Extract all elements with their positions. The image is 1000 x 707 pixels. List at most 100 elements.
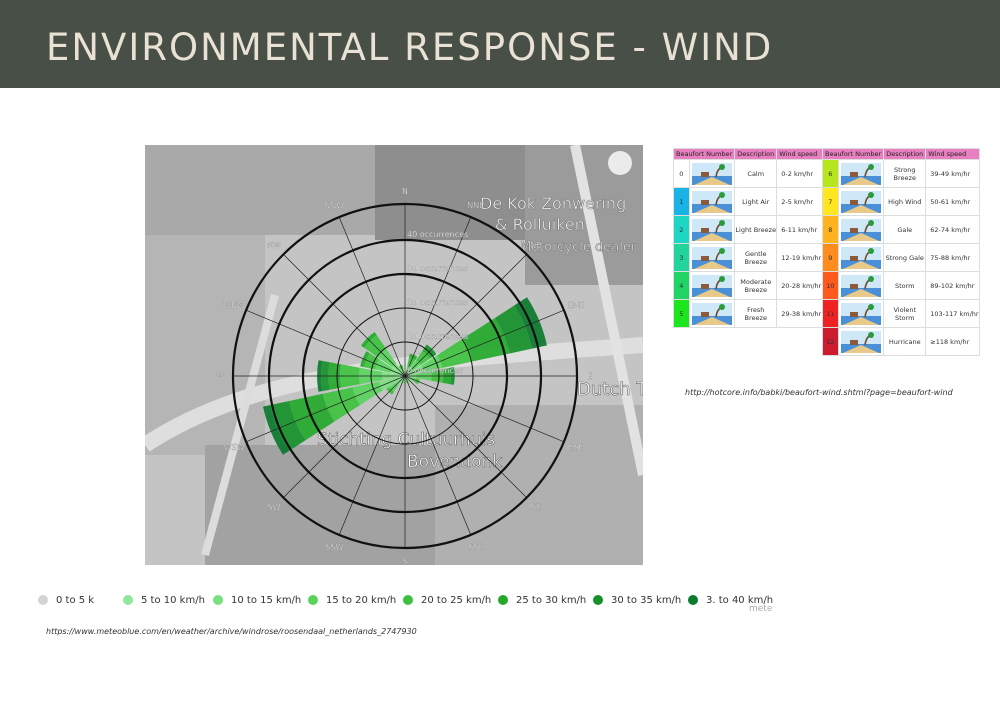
beaufort-row: 5 Fresh Breeze 29-38 km/hr bbox=[673, 299, 831, 328]
beaufort-illustration bbox=[837, 243, 885, 272]
header-bar: ENVIRONMENTAL RESPONSE - WIND bbox=[0, 0, 1000, 88]
beach-icon bbox=[840, 190, 881, 213]
rose-direction-label: W bbox=[216, 372, 224, 381]
beaufort-row: 1 Light Air 2-5 km/hr bbox=[673, 187, 831, 216]
legend-dot bbox=[498, 595, 508, 605]
beaufort-row: 3 Gentle Breeze 12-19 km/hr bbox=[673, 243, 831, 272]
rose-ring-label: 0 occurrences bbox=[407, 366, 463, 375]
legend-label: 20 to 25 km/h bbox=[421, 594, 492, 606]
legend-dot bbox=[213, 595, 223, 605]
rose-direction-label: SW bbox=[268, 503, 281, 512]
rose-direction-label: SSE bbox=[468, 543, 483, 552]
beaufort-illustration bbox=[688, 159, 736, 188]
beaufort-illustration bbox=[837, 271, 885, 300]
beach-icon bbox=[691, 162, 732, 185]
beaufort-number-cell: 8 bbox=[822, 215, 839, 244]
meteoblue-watermark: mete bbox=[749, 604, 773, 614]
rose-direction-label: NNW bbox=[324, 201, 344, 210]
map-label-2: & Rolluiken bbox=[495, 215, 585, 234]
rose-direction-label: ENE bbox=[568, 301, 584, 310]
beaufort-number-cell: 12 bbox=[822, 327, 839, 356]
beaufort-description: Light Breeze bbox=[734, 215, 778, 244]
beaufort-description: Light Air bbox=[734, 187, 778, 216]
rose-ring-label: 30 occurrences bbox=[407, 264, 468, 273]
beaufort-illustration bbox=[688, 243, 736, 272]
beaufort-illustration bbox=[688, 215, 736, 244]
beaufort-description: Storm bbox=[883, 271, 927, 300]
rose-direction-label: NE bbox=[530, 241, 541, 250]
beaufort-number-cell: 7 bbox=[822, 187, 839, 216]
legend-item[interactable]: 20 to 25 km/h bbox=[403, 592, 491, 608]
legend-dot bbox=[38, 595, 48, 605]
beaufort-number-cell: 10 bbox=[822, 271, 839, 300]
beaufort-illustration bbox=[837, 215, 885, 244]
rose-direction-label: SE bbox=[531, 503, 541, 512]
beaufort-speed: 89-102 km/hr bbox=[925, 271, 980, 300]
rose-direction-label: WNW bbox=[223, 301, 245, 310]
legend-item[interactable]: 15 to 20 km/h bbox=[308, 592, 396, 608]
beaufort-table-left: Beaufort Number Description Wind speed 0… bbox=[672, 148, 831, 328]
beaufort-description: High Wind bbox=[883, 187, 927, 216]
beaufort-speed: 50-61 km/hr bbox=[925, 187, 980, 216]
beaufort-row: 6 Strong Breeze 39-49 km/hr bbox=[822, 159, 980, 188]
page-title: ENVIRONMENTAL RESPONSE - WIND bbox=[46, 26, 774, 69]
beach-icon bbox=[840, 330, 881, 353]
beaufort-description: Fresh Breeze bbox=[734, 299, 778, 328]
beach-icon bbox=[691, 218, 732, 241]
beaufort-illustration bbox=[688, 271, 736, 300]
legend-item[interactable]: 30 to 35 km/h bbox=[593, 592, 681, 608]
beaufort-description: Violent Storm bbox=[883, 299, 927, 328]
map-label-5: Stichting Cultuurhuis bbox=[317, 430, 495, 450]
map-label-1: De Kok Zonwering bbox=[480, 194, 626, 213]
legend-label: 5 to 10 km/h bbox=[141, 594, 205, 606]
legend-dot bbox=[593, 595, 603, 605]
legend-item[interactable]: 0 to 5 k bbox=[38, 592, 94, 608]
rose-direction-label: NW bbox=[267, 241, 281, 250]
rose-direction-label: S bbox=[402, 557, 407, 565]
legend-item[interactable]: 25 to 30 km/h bbox=[498, 592, 586, 608]
beaufort-source-link[interactable]: http://hotcore.info/babki/beaufort-wind.… bbox=[685, 388, 953, 397]
satellite-map[interactable]: De Kok Zonwering & Rolluiken Motorcycle … bbox=[145, 145, 643, 565]
beaufort-illustration bbox=[688, 299, 736, 328]
beaufort-number-cell: 5 bbox=[673, 299, 690, 328]
legend-item[interactable]: 10 to 15 km/h bbox=[213, 592, 301, 608]
legend-label: 25 to 30 km/h bbox=[516, 594, 587, 606]
legend-label: 10 to 15 km/h bbox=[231, 594, 302, 606]
windrose-source-link[interactable]: https://www.meteoblue.com/en/weather/arc… bbox=[46, 627, 417, 636]
beaufort-row: 11 Violent Storm 103-117 km/hr bbox=[822, 299, 980, 328]
beaufort-description: Moderate Breeze bbox=[734, 271, 778, 300]
beach-icon bbox=[691, 274, 732, 297]
beaufort-speed: 75-88 km/hr bbox=[925, 243, 980, 272]
map-svg: De Kok Zonwering & Rolluiken Motorcycle … bbox=[145, 145, 643, 565]
legend-dot bbox=[308, 595, 318, 605]
beaufort-number-cell: 0 bbox=[673, 159, 690, 188]
rose-direction-label: WSW bbox=[224, 443, 245, 452]
beaufort-description: Strong Breeze bbox=[883, 159, 927, 188]
beach-icon bbox=[840, 274, 881, 297]
legend-label: 15 to 20 km/h bbox=[326, 594, 397, 606]
beaufort-number-cell: 9 bbox=[822, 243, 839, 272]
beaufort-illustration bbox=[837, 327, 885, 356]
beaufort-header-speed: Wind speed bbox=[925, 148, 980, 160]
beaufort-row: 4 Moderate Breeze 20-28 km/hr bbox=[673, 271, 831, 300]
beaufort-row: 12 Hurricane ≥118 km/hr bbox=[822, 327, 980, 356]
beaufort-speed: 39-49 km/hr bbox=[925, 159, 980, 188]
map-pin-icon bbox=[608, 151, 632, 175]
beaufort-number-cell: 1 bbox=[673, 187, 690, 216]
beaufort-illustration bbox=[837, 299, 885, 328]
beaufort-illustration bbox=[837, 187, 885, 216]
rose-ring-label: 40 occurrences bbox=[407, 230, 468, 239]
beaufort-row: 9 Strong Gale 75-88 km/hr bbox=[822, 243, 980, 272]
beach-icon bbox=[840, 218, 881, 241]
legend-item[interactable]: 5 to 10 km/h bbox=[123, 592, 205, 608]
rose-ring-label: 10 occurrences bbox=[407, 332, 468, 341]
beaufort-header-number: Beaufort Number bbox=[672, 148, 736, 160]
beaufort-illustration bbox=[837, 159, 885, 188]
legend-dot bbox=[123, 595, 133, 605]
legend-dot bbox=[403, 595, 413, 605]
beaufort-header-description: Description bbox=[734, 148, 778, 160]
beach-icon bbox=[691, 190, 732, 213]
beaufort-description: Calm bbox=[734, 159, 778, 188]
beaufort-number-cell: 6 bbox=[822, 159, 839, 188]
beaufort-description: Strong Gale bbox=[883, 243, 927, 272]
